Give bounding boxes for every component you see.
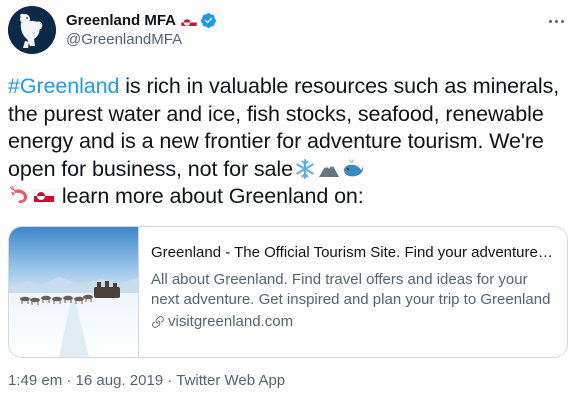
shrimp-icon — [9, 185, 31, 207]
tweet-text: #Greenland is rich in valuable resources… — [8, 73, 580, 211]
dog-sledding-snow-photo — [9, 227, 139, 357]
tweet-meta: 1:49 em · 16 aug. 2019 · Twitter Web App — [8, 372, 285, 389]
author-handle[interactable]: @GreenlandMFA — [66, 31, 182, 48]
more-dot — [560, 19, 564, 23]
mountain-icon — [318, 158, 340, 180]
more-dot — [554, 19, 558, 23]
verified-badge-icon — [200, 12, 217, 29]
meta-separator: · — [163, 372, 177, 389]
display-name[interactable]: Greenland MFA — [66, 12, 176, 29]
more-dot — [548, 19, 552, 23]
polar-bear-avatar[interactable] — [8, 6, 56, 54]
tweet-text-tail: learn more about Greenland on: — [56, 184, 364, 208]
card-domain: visitgreenland.com — [151, 312, 555, 332]
link-preview-card[interactable]: Greenland - The Official Tourism Site. F… — [8, 226, 568, 358]
greenland-flag-icon — [181, 15, 198, 26]
tweet-time[interactable]: 1:49 em — [8, 372, 62, 389]
card-title: Greenland - The Official Tourism Site. F… — [151, 244, 555, 261]
link-icon — [152, 316, 164, 328]
greenland-flag-icon — [33, 185, 55, 207]
snowflake-icon — [294, 158, 316, 180]
meta-separator: · — [62, 372, 76, 389]
card-domain-text: visitgreenland.com — [168, 313, 294, 330]
tweet-date[interactable]: 16 aug. 2019 — [76, 372, 164, 389]
tweet: Greenland MFA @GreenlandMFA #Greenland i… — [0, 0, 587, 404]
polar-bear-icon — [8, 6, 56, 54]
whale-icon — [342, 158, 364, 180]
hashtag-link[interactable]: #Greenland — [8, 74, 119, 98]
tweet-source[interactable]: Twitter Web App — [176, 372, 285, 389]
card-description: All about Greenland. Find travel offers … — [151, 271, 551, 308]
more-options-icon[interactable] — [543, 10, 569, 32]
author-name-row: Greenland MFA — [66, 10, 217, 30]
link-preview-text: Greenland - The Official Tourism Site. F… — [139, 227, 567, 357]
